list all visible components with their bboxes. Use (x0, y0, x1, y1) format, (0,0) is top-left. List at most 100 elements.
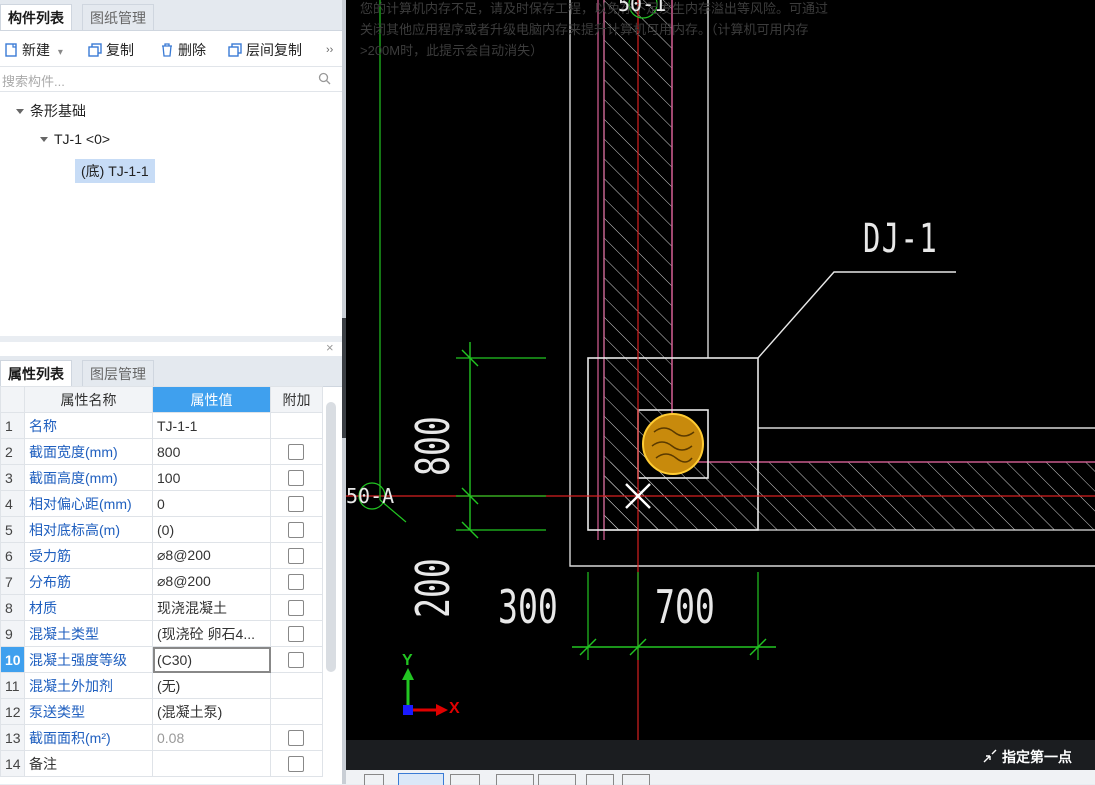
property-row[interactable]: 8 材质 现浇混凝土 (0, 594, 323, 621)
property-value[interactable]: (混凝土泵) (152, 698, 271, 725)
tool-icon[interactable] (450, 774, 480, 785)
property-row[interactable]: 5 相对底标高(m) (0) (0, 516, 323, 543)
property-value[interactable] (152, 750, 271, 777)
property-scrollbar[interactable] (326, 402, 336, 672)
ucs-origin-icon (403, 705, 413, 715)
extra-checkbox[interactable] (288, 548, 304, 565)
leader-line (757, 271, 956, 359)
collapse-caret-icon[interactable] (16, 109, 24, 114)
extra-checkbox[interactable] (288, 730, 304, 747)
property-value[interactable]: 现浇混凝土 (152, 594, 271, 621)
property-name: 混凝土强度等级 (24, 646, 153, 673)
drawing-canvas[interactable]: 您的计算机内存不足，请及时保存工程，以免存不足发生内存溢出等风险。可通过关闭其他… (346, 0, 1095, 740)
tree-component[interactable]: TJ-1 <0> (40, 131, 110, 147)
header-name: 属性名称 (24, 386, 153, 413)
property-row[interactable]: 12 泵送类型 (混凝土泵) (0, 698, 323, 725)
property-row[interactable]: 13 截面面积(m²) 0.08 (0, 724, 323, 751)
property-value[interactable]: ⌀8@200 (152, 542, 271, 569)
property-extra (270, 646, 323, 673)
new-dropdown-icon[interactable]: ▾ (58, 47, 63, 58)
header-extra: 附加 (270, 386, 323, 413)
tool-icon[interactable] (586, 774, 614, 785)
property-row[interactable]: 3 截面高度(mm) 100 (0, 464, 323, 491)
property-extra (270, 438, 323, 465)
delete-label: 删除 (178, 42, 206, 58)
property-row[interactable]: 10 混凝土强度等级 (C30) (0, 646, 323, 673)
copy-button[interactable]: 复制 (88, 40, 134, 60)
extra-checkbox[interactable] (288, 626, 304, 643)
tab-property-list[interactable]: 属性列表 (0, 360, 72, 386)
floor-copy-button[interactable]: 层间复制 (228, 40, 302, 60)
delete-button[interactable]: 删除 (160, 40, 206, 60)
row-number: 13 (0, 724, 25, 751)
property-extra (270, 490, 323, 517)
property-value[interactable]: 100 (152, 464, 271, 491)
property-value[interactable]: TJ-1-1 (152, 412, 271, 439)
tab-drawing-management[interactable]: 图纸管理 (82, 4, 154, 30)
property-extra (270, 412, 323, 439)
tab-component-list[interactable]: 构件列表 (0, 4, 72, 30)
dim-text-800: 800 (406, 416, 460, 476)
extra-checkbox[interactable] (288, 652, 304, 669)
extra-checkbox[interactable] (288, 574, 304, 591)
extra-checkbox[interactable] (288, 600, 304, 617)
property-name: 相对底标高(m) (24, 516, 153, 543)
property-name: 受力筋 (24, 542, 153, 569)
tool-icon[interactable] (622, 774, 650, 785)
tree-unit-selected[interactable]: (底) TJ-1-1 (75, 159, 155, 183)
property-extra (270, 620, 323, 647)
tool-icon[interactable] (398, 773, 444, 785)
property-value[interactable]: (C30) (152, 646, 271, 673)
bottom-toolbar-strip[interactable] (346, 770, 1095, 785)
row-number: 5 (0, 516, 25, 543)
property-row[interactable]: 6 受力筋 ⌀8@200 (0, 542, 323, 569)
row-number: 14 (0, 750, 25, 777)
collapse-caret-icon[interactable] (40, 137, 48, 142)
extra-checkbox[interactable] (288, 522, 304, 539)
extra-checkbox[interactable] (288, 756, 304, 773)
tool-icon[interactable] (496, 774, 534, 785)
property-row[interactable]: 2 截面宽度(mm) 800 (0, 438, 323, 465)
component-toolbar: 新建 ▾ 复制 删除 层间复制 ›› (0, 34, 342, 66)
row-number: 7 (0, 568, 25, 595)
property-value[interactable]: 0.08 (152, 724, 271, 751)
extra-checkbox[interactable] (288, 470, 304, 487)
search-input[interactable]: 搜索构件... (2, 71, 65, 90)
search-icon[interactable] (318, 72, 331, 85)
row-number: 6 (0, 542, 25, 569)
property-value[interactable]: 0 (152, 490, 271, 517)
extra-checkbox[interactable] (288, 444, 304, 461)
property-row[interactable]: 14 备注 (0, 750, 323, 777)
cad-drawing (346, 0, 1095, 740)
tool-icon[interactable] (538, 774, 576, 785)
property-row[interactable]: 7 分布筋 ⌀8@200 (0, 568, 323, 595)
header-value: 属性值 (152, 386, 271, 413)
property-name: 截面面积(m²) (24, 724, 153, 751)
property-tabbar: 属性列表 图层管理 (0, 356, 342, 387)
property-extra (270, 464, 323, 491)
more-tools-icon[interactable]: ›› (326, 40, 333, 60)
tool-icon[interactable] (364, 774, 384, 785)
property-value[interactable]: (无) (152, 672, 271, 699)
new-label: 新建 (22, 42, 50, 58)
ucs-y-label: Y (402, 652, 413, 669)
row-number: 12 (0, 698, 25, 725)
property-row[interactable]: 4 相对偏心距(mm) 0 (0, 490, 323, 517)
property-value[interactable]: ⌀8@200 (152, 568, 271, 595)
property-row[interactable]: 1 名称 TJ-1-1 (0, 412, 323, 439)
new-button[interactable]: 新建 ▾ (4, 40, 63, 60)
tree-category[interactable]: 条形基础 (16, 101, 86, 121)
property-value[interactable]: 800 (152, 438, 271, 465)
tab-layer-management[interactable]: 图层管理 (82, 360, 154, 386)
component-search[interactable]: 搜索构件... (0, 66, 342, 92)
close-icon[interactable]: × (326, 340, 334, 355)
property-value[interactable]: (0) (152, 516, 271, 543)
property-name: 分布筋 (24, 568, 153, 595)
footing-label-dj1: DJ-1 (863, 216, 939, 262)
property-row[interactable]: 9 混凝土类型 (现浇砼 卵石4... (0, 620, 323, 647)
property-row[interactable]: 11 混凝土外加剂 (无) (0, 672, 323, 699)
extra-checkbox[interactable] (288, 496, 304, 513)
property-value[interactable]: (现浇砼 卵石4... (152, 620, 271, 647)
property-name: 泵送类型 (24, 698, 153, 725)
dim-text-300: 300 (498, 580, 558, 634)
